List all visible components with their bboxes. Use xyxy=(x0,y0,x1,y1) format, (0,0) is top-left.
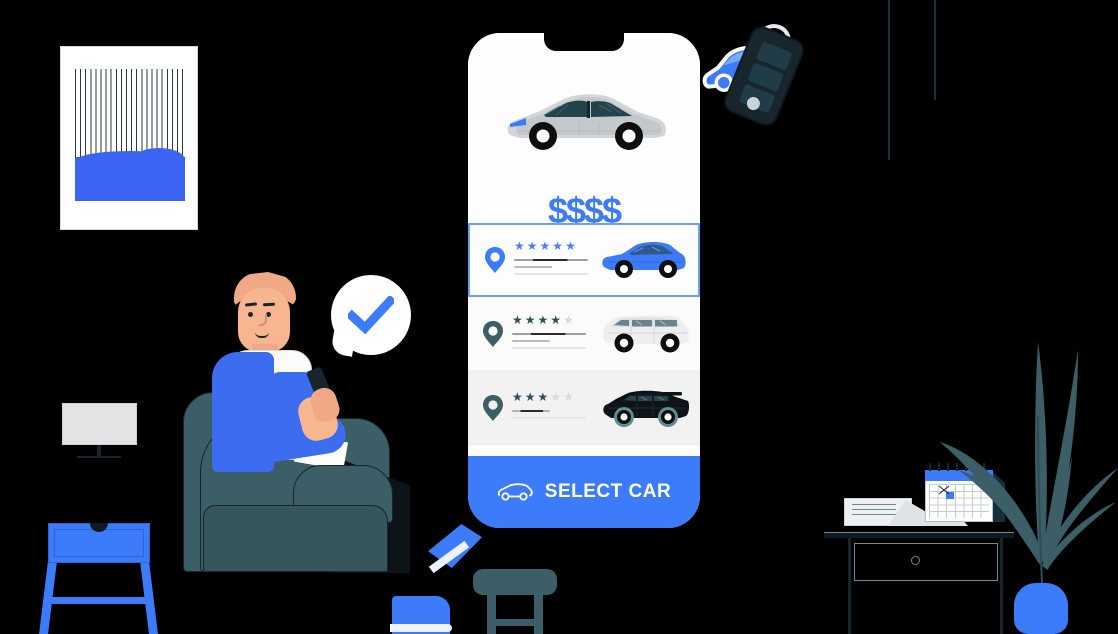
location-pin-icon xyxy=(483,394,503,421)
select-car-label: SELECT CAR xyxy=(544,481,672,502)
tv-stand-base xyxy=(77,456,121,458)
desk-paper-text-lines xyxy=(852,504,896,516)
car-outline-icon xyxy=(497,483,533,501)
abstract-wall-art xyxy=(60,46,198,230)
desk-leg-left xyxy=(848,538,851,634)
side-table-rail xyxy=(52,597,146,604)
phone-notch xyxy=(544,33,624,51)
teal-ottoman xyxy=(473,569,557,595)
car-option-info-1: ★ ★ ★ ★ ★ xyxy=(510,240,600,280)
wall-art-blue-wave xyxy=(75,148,185,201)
person-eyebrow-right xyxy=(262,302,276,307)
placeholder-bar xyxy=(512,339,550,342)
car-option-info-2: ★ ★ ★ ★ ★ xyxy=(508,314,602,354)
tv-monitor-screen xyxy=(62,403,137,445)
plant-pot xyxy=(1014,583,1068,634)
car-option-row-2[interactable]: ★ ★ ★ ★ ★ xyxy=(468,297,700,371)
sedan-car-illustration xyxy=(507,94,666,150)
car-option-row-1[interactable]: ★ ★ ★ ★ ★ xyxy=(468,223,700,297)
desk-drawer-knob xyxy=(911,556,920,565)
phone-mockup: $$$$ ★ ★ ★ ★ ★ ★ ★ ★ ★ ★ ★ ★ ★ ★ ★ SELEC… xyxy=(468,33,700,528)
car-options-list: ★ ★ ★ ★ ★ ★ ★ ★ ★ ★ ★ ★ ★ ★ ★ xyxy=(468,223,700,445)
ottoman-rail xyxy=(487,619,543,626)
placeholder-bar xyxy=(512,417,586,419)
hanging-line-left xyxy=(888,0,890,160)
placeholder-bar xyxy=(512,410,550,412)
hanging-line-right xyxy=(934,0,936,100)
placeholder-bar xyxy=(512,332,586,335)
potted-palm-plant xyxy=(940,342,1118,585)
rating-stars-2: ★ ★ ★ ★ ★ xyxy=(512,312,574,327)
select-car-button[interactable]: SELECT CAR xyxy=(468,456,700,528)
placeholder-bar xyxy=(514,266,552,268)
black-suv-thumb xyxy=(603,390,690,427)
rating-stars-3: ★ ★ ★ ★ ★ xyxy=(512,390,574,404)
car-key-fob xyxy=(720,22,808,130)
ottoman-leg-right xyxy=(534,594,543,634)
placeholder-bar xyxy=(514,273,588,275)
pin-wrapper-1 xyxy=(480,247,510,273)
white-minivan-thumb xyxy=(603,315,689,352)
illustration-scene: $$$$ ★ ★ ★ ★ ★ ★ ★ ★ ★ ★ ★ ★ ★ ★ ★ SELEC… xyxy=(0,0,1118,634)
checkmark-icon xyxy=(348,296,394,334)
location-pin-icon xyxy=(485,247,505,273)
car-option-row-3[interactable]: ★ ★ ★ ★ ★ xyxy=(468,371,700,445)
car-option-info-3: ★ ★ ★ ★ ★ xyxy=(508,391,602,424)
location-pin-icon xyxy=(483,320,503,347)
rating-stars-1: ★ ★ ★ ★ ★ xyxy=(514,239,576,253)
pin-wrapper-3 xyxy=(478,394,508,421)
armchair-front-panel xyxy=(203,505,388,572)
person-eye-left xyxy=(248,312,253,317)
placeholder-bar xyxy=(512,346,586,349)
side-table-drawer-outline xyxy=(54,529,144,557)
ottoman-leg-left xyxy=(487,594,496,634)
placeholder-bar xyxy=(514,259,588,261)
sneaker-lower-sole xyxy=(390,624,452,632)
phone-hero-section: $$$$ xyxy=(468,33,700,229)
pin-wrapper-2 xyxy=(478,320,508,347)
blue-hatchback-thumb xyxy=(602,242,686,278)
